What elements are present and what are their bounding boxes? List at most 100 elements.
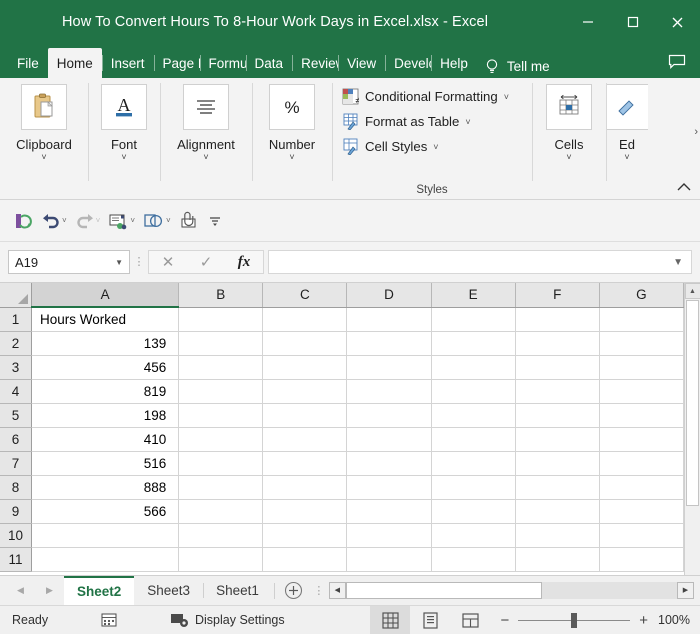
tell-me-box[interactable]: Tell me [483,56,550,78]
cell-f10[interactable] [515,523,600,548]
chevron-down-icon[interactable]: ˅ [121,153,126,162]
cell-b8[interactable] [178,475,264,500]
cell-e7[interactable] [431,451,516,476]
cell-d10[interactable] [346,523,432,548]
tab-insert[interactable]: Insert [101,48,154,78]
cell-e1[interactable] [431,307,516,332]
cell-g10[interactable] [599,523,684,548]
redo-button[interactable]: ˅ [72,210,104,232]
cell-f4[interactable] [515,379,600,404]
cell-a7[interactable]: 516 [31,451,180,476]
cell-f3[interactable] [515,355,600,380]
chevron-down-icon[interactable]: ▼ [673,257,683,268]
horizontal-scroll-track[interactable] [345,581,677,599]
tab-home[interactable]: Home [47,48,102,78]
cell-d11[interactable] [346,547,432,572]
cell-f8[interactable] [515,475,600,500]
ribbon-collapse-icon[interactable] [676,180,692,195]
sheet-tab-splitter[interactable]: ⋮ [311,576,327,605]
chevron-down-icon[interactable]: ˅ [465,117,470,127]
tab-view[interactable]: View [338,48,385,78]
row-header[interactable]: 8 [0,475,33,500]
name-box[interactable]: A19 ▼ [8,250,130,274]
row-header[interactable]: 2 [0,331,33,356]
group-cells[interactable]: Cells ˅ [532,78,606,199]
cell-a3[interactable]: 456 [31,355,180,380]
cell-c7[interactable] [262,451,348,476]
comments-icon[interactable] [668,54,686,78]
cell-b10[interactable] [178,523,264,548]
customize-toolbar-icon[interactable] [204,211,226,231]
select-all-button[interactable] [0,283,33,308]
chevron-down-icon[interactable]: ˅ [130,216,135,225]
cell-b9[interactable] [178,499,264,524]
group-alignment[interactable]: Alignment ˅ [160,78,252,199]
normal-view-icon[interactable] [370,606,411,634]
cell-g3[interactable] [599,355,684,380]
cell-e3[interactable] [431,355,516,380]
cell-b1[interactable] [178,307,264,332]
row-header[interactable]: 7 [0,451,33,476]
autosave-sync-icon[interactable] [10,209,36,233]
cell-b7[interactable] [178,451,264,476]
horizontal-scrollbar[interactable]: ◀ ▶ [327,576,700,605]
cell-a8[interactable]: 888 [31,475,180,500]
cell-b5[interactable] [178,403,264,428]
cell-d6[interactable] [346,427,432,452]
cell-c2[interactable] [262,331,348,356]
column-header-e[interactable]: E [431,283,516,308]
cell-g5[interactable] [599,403,684,428]
group-clipboard[interactable]: Clipboard ˅ [0,78,88,199]
column-header-c[interactable]: C [262,283,348,308]
cell-b6[interactable] [178,427,264,452]
cell-d8[interactable] [346,475,432,500]
zoom-in-button[interactable]: + [639,612,648,629]
cell-a4[interactable]: 819 [31,379,180,404]
chevron-down-icon[interactable]: ˅ [41,153,46,162]
row-header[interactable]: 10 [0,523,33,548]
cell-e8[interactable] [431,475,516,500]
tab-file[interactable]: File [8,48,48,78]
conditional-formatting-button[interactable]: ≠ Conditional Formatting ˅ [342,84,509,109]
row-header[interactable]: 9 [0,499,33,524]
chevron-down-icon[interactable]: ▼ [115,258,123,267]
cell-c3[interactable] [262,355,348,380]
cell-d1[interactable] [346,307,432,332]
cell-b2[interactable] [178,331,264,356]
cell-e5[interactable] [431,403,516,428]
attach-icon[interactable] [176,209,202,232]
chevron-down-icon[interactable]: ˅ [566,153,571,162]
tab-developer[interactable]: Develc [385,48,431,78]
cell-f2[interactable] [515,331,600,356]
cell-g4[interactable] [599,379,684,404]
vertical-scroll-thumb[interactable] [686,300,699,506]
formula-bar-handle[interactable]: ⋮ [130,257,148,268]
format-as-table-button[interactable]: Format as Table ˅ [342,109,471,134]
shapes-icon[interactable]: ˅ [140,210,174,232]
zoom-level-label[interactable]: 100% [658,613,700,627]
cell-d7[interactable] [346,451,432,476]
cell-d5[interactable] [346,403,432,428]
cell-e4[interactable] [431,379,516,404]
cell-f5[interactable] [515,403,600,428]
cell-a10[interactable] [31,523,180,548]
cancel-formula-button[interactable]: ✕ [149,251,187,273]
sheet-tab-sheet1[interactable]: Sheet1 [203,576,272,605]
cell-d3[interactable] [346,355,432,380]
row-header[interactable]: 1 [0,307,33,332]
cell-f11[interactable] [515,547,600,572]
zoom-slider-thumb[interactable] [571,612,578,628]
chevron-down-icon[interactable]: ˅ [166,216,171,225]
cell-f6[interactable] [515,427,600,452]
cell-d4[interactable] [346,379,432,404]
zoom-out-button[interactable]: − [500,612,509,629]
cell-e11[interactable] [431,547,516,572]
sheet-tab-sheet2[interactable]: Sheet2 [64,576,135,605]
accessibility-icon[interactable] [92,612,126,628]
undo-button[interactable]: ˅ [38,210,70,232]
cell-a1[interactable]: Hours Worked [31,307,180,332]
tab-page-layout[interactable]: Page Lã [153,48,200,78]
chevron-down-icon[interactable]: ˅ [433,142,438,152]
cell-a5[interactable]: 198 [31,403,180,428]
cell-e2[interactable] [431,331,516,356]
